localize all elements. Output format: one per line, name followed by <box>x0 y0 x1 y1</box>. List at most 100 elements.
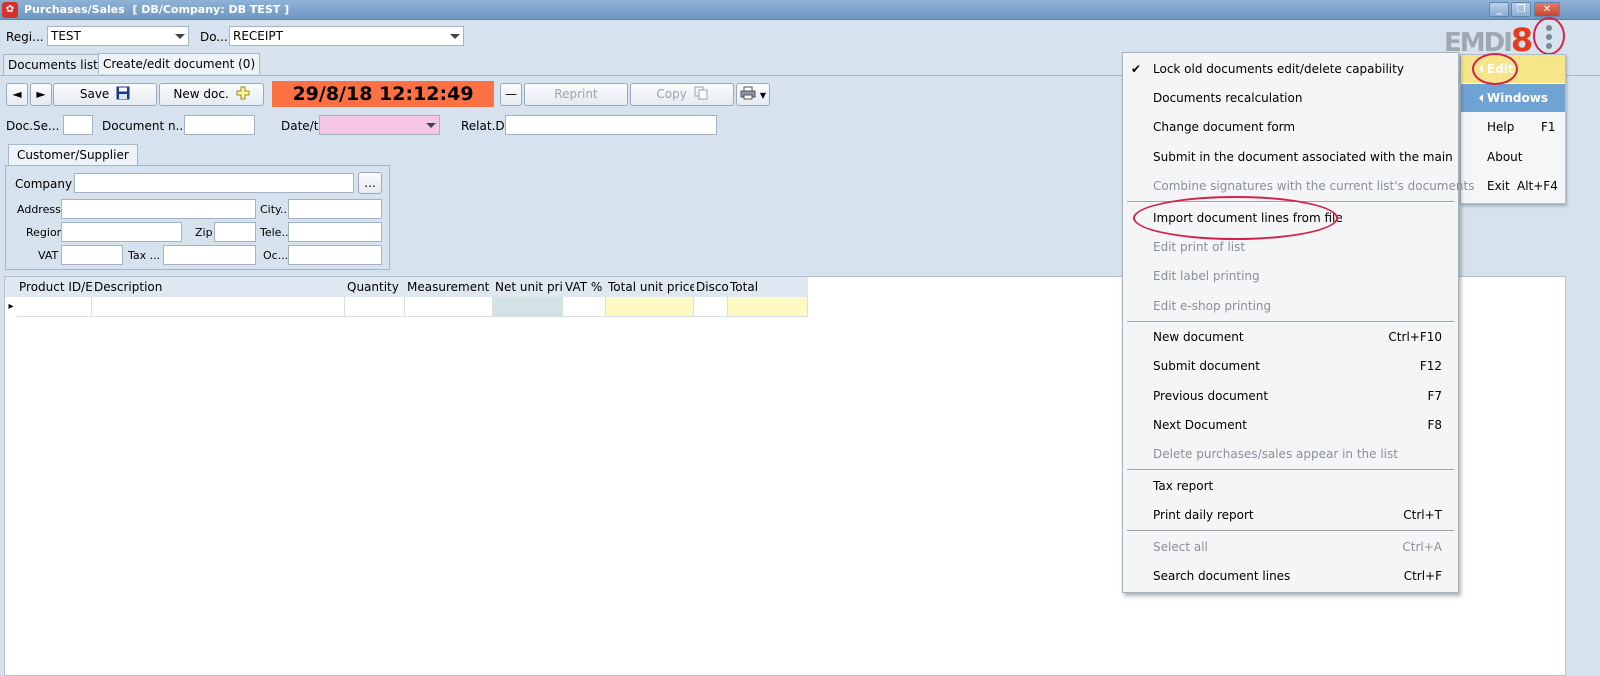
column-header[interactable]: Disco <box>694 277 728 297</box>
tab-create-edit[interactable]: Create/edit document (0) <box>98 53 261 74</box>
region-input[interactable] <box>61 222 182 242</box>
prev-button[interactable]: ◄ <box>6 83 28 106</box>
menu-item-change-document-form[interactable]: Change document form <box>1123 113 1458 141</box>
register-value: TEST <box>51 29 81 43</box>
menu-item-label: Print daily report <box>1153 508 1254 522</box>
menu-item-label: Documents recalculation <box>1153 91 1303 105</box>
menu-item-label: Next Document <box>1153 418 1247 432</box>
menu-item-windows[interactable]: Windows <box>1461 84 1565 112</box>
grid-cell[interactable] <box>17 297 92 317</box>
register-label: Regi... <box>6 30 44 44</box>
datetime-label: Date/ti <box>281 119 322 133</box>
city-input[interactable] <box>288 199 382 219</box>
menu-item-lock-old-documents[interactable]: ✔ Lock old documents edit/delete capabil… <box>1123 55 1458 83</box>
menu-item-label: Search document lines <box>1153 569 1291 583</box>
menu-item-tax-report[interactable]: Tax report <box>1123 472 1458 500</box>
tax-office-input[interactable] <box>163 245 256 265</box>
company-input[interactable] <box>74 173 354 193</box>
menu-item-print-daily-report[interactable]: Print daily report Ctrl+T <box>1123 501 1458 529</box>
caret-down-icon: ▼ <box>759 91 766 100</box>
menu-item-submit-associated[interactable]: Submit in the document associated with t… <box>1123 143 1458 171</box>
column-header[interactable]: Description <box>92 277 345 297</box>
menu-item-combine-signatures[interactable]: Combine signatures with the current list… <box>1123 172 1474 200</box>
datetime-picker[interactable] <box>319 115 440 135</box>
vat-input[interactable] <box>61 245 123 265</box>
menu-item-label: Tax report <box>1153 479 1214 493</box>
grid-cell[interactable] <box>405 297 493 317</box>
plus-icon <box>236 86 250 100</box>
address-input[interactable] <box>61 199 256 219</box>
column-header[interactable]: Total <box>728 277 808 297</box>
reprint-button[interactable]: Reprint <box>524 83 628 106</box>
menu-item-exit-shortcut: Alt+F4 <box>1517 179 1558 193</box>
menu-item-new-document[interactable]: New document Ctrl+F10 <box>1123 323 1458 351</box>
grid-cell[interactable] <box>728 297 808 317</box>
save-button[interactable]: Save <box>53 83 157 106</box>
menu-item-windows-label: Windows <box>1487 91 1548 105</box>
tab-documents-list[interactable]: Documents list <box>3 54 103 75</box>
document-number-input[interactable] <box>184 115 255 135</box>
column-header[interactable]: Product ID/E <box>17 277 92 297</box>
tab-customer-supplier[interactable]: Customer/Supplier <box>8 144 138 165</box>
menu-item-previous-document[interactable]: Previous document F7 <box>1123 382 1458 410</box>
menu-item-label: Select all <box>1153 540 1208 554</box>
menu-item-about[interactable]: About <box>1461 143 1565 171</box>
phone-input[interactable] <box>288 222 382 242</box>
minimize-button[interactable]: _ <box>1489 2 1509 17</box>
app-icon: ✿ <box>2 2 18 18</box>
menu-separator <box>1127 469 1454 471</box>
menu-item-shortcut: Ctrl+F10 <box>1388 330 1442 344</box>
occupation-input[interactable] <box>288 245 382 265</box>
menu-item-edit-label-printing[interactable]: Edit label printing <box>1123 262 1458 290</box>
copy-button[interactable]: Copy <box>630 83 734 106</box>
menu-item-edit-print-of-list[interactable]: Edit print of list <box>1123 233 1458 261</box>
doctype-select[interactable]: RECEIPT <box>229 26 464 46</box>
grid-header: Product ID/E Description Quantity Measur… <box>5 277 808 297</box>
menu-item-edit-eshop-printing[interactable]: Edit e-shop printing <box>1123 292 1458 320</box>
menu-item-delete-purchases-sales[interactable]: Delete purchases/sales appear in the lis… <box>1123 440 1458 468</box>
menu-item-exit-label: Exit <box>1487 179 1510 193</box>
column-header[interactable]: Net unit pric <box>493 277 563 297</box>
column-header[interactable]: Quantity <box>345 277 405 297</box>
related-doc-input[interactable] <box>505 115 717 135</box>
grid-cell[interactable] <box>694 297 728 317</box>
grid-cell[interactable] <box>606 297 694 317</box>
document-number-label: Document n... <box>102 119 188 133</box>
next-button[interactable]: ► <box>30 83 52 106</box>
menu-item-documents-recalculation[interactable]: Documents recalculation <box>1123 84 1458 112</box>
related-doc-label: Relat.D <box>461 119 505 133</box>
column-header[interactable]: Measurement u <box>405 277 493 297</box>
zip-input[interactable] <box>214 222 256 242</box>
grid-cell[interactable] <box>345 297 405 317</box>
chevron-down-icon <box>175 34 185 39</box>
minus-button[interactable]: — <box>500 83 522 106</box>
close-button[interactable]: ✕ <box>1534 2 1560 17</box>
menu-item-exit[interactable]: Exit Alt+F4 <box>1461 172 1565 200</box>
grid-cell[interactable] <box>563 297 606 317</box>
menu-item-select-all[interactable]: Select all Ctrl+A <box>1123 533 1458 561</box>
zip-label: Zip <box>195 226 213 239</box>
new-document-button[interactable]: New doc. <box>159 83 264 106</box>
restore-button[interactable]: ❐ <box>1511 2 1531 17</box>
doctype-value: RECEIPT <box>233 29 283 43</box>
menu-item-next-document[interactable]: Next Document F8 <box>1123 411 1458 439</box>
menu-item-label: Submit in the document associated with t… <box>1153 150 1453 164</box>
menu-item-label: Combine signatures with the current list… <box>1153 179 1475 193</box>
column-header[interactable]: Total unit price <box>606 277 694 297</box>
grid-cell[interactable] <box>92 297 345 317</box>
grid-cell[interactable] <box>493 297 563 317</box>
arrow-left-icon <box>1479 94 1483 102</box>
column-header[interactable]: VAT % <box>563 277 606 297</box>
menu-item-submit-document[interactable]: Submit document F12 <box>1123 352 1458 380</box>
vat-label: VAT <box>38 249 59 262</box>
menu-item-search-document-lines[interactable]: Search document lines Ctrl+F <box>1123 562 1458 590</box>
chevron-down-icon <box>426 123 436 128</box>
annotation-ellipse <box>1133 196 1338 240</box>
menu-item-help[interactable]: Help F1 <box>1461 113 1565 141</box>
register-select[interactable]: TEST <box>47 26 189 46</box>
window-title: Purchases/Sales [ DB/Company: DB TEST ] <box>24 3 290 16</box>
company-browse-button[interactable]: ... <box>358 172 382 194</box>
menu-item-shortcut: Ctrl+F <box>1403 569 1442 583</box>
doc-series-input[interactable] <box>63 115 93 135</box>
print-button[interactable]: ▼ <box>736 83 770 106</box>
